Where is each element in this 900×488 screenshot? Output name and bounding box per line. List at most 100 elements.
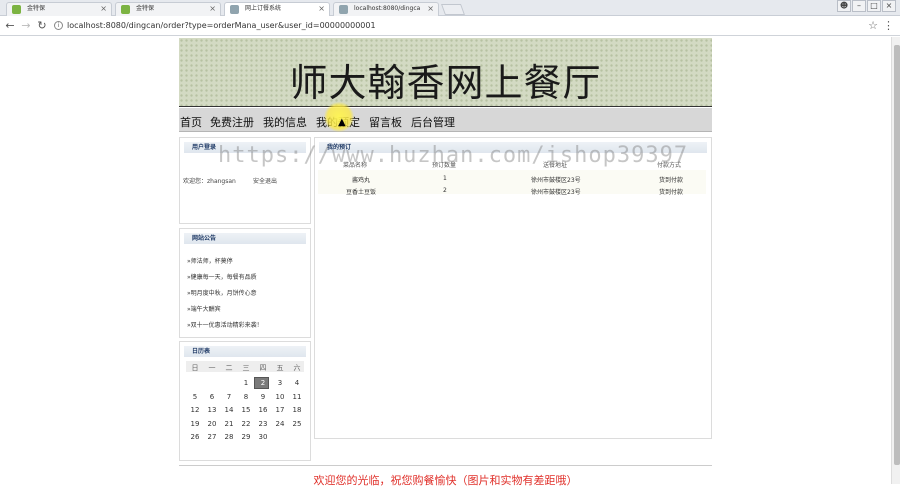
browser-menu-icon[interactable]: ⋮ bbox=[883, 19, 894, 32]
tab-close-icon[interactable]: × bbox=[209, 3, 216, 15]
maximize-icon[interactable]: □ bbox=[867, 0, 881, 12]
main-nav: 首页 免费注册 我的信息 我的预定 留言板 后台管理 bbox=[179, 108, 712, 132]
calendar-day[interactable]: 4 bbox=[290, 379, 304, 387]
tab-favicon-icon bbox=[12, 5, 21, 14]
calendar-day[interactable]: 21 bbox=[222, 420, 236, 428]
calendar-weekday: 一 bbox=[208, 364, 216, 372]
calendar-day[interactable]: 2 bbox=[256, 379, 270, 387]
window-controls: ☻ – □ × bbox=[837, 0, 896, 14]
new-tab-button[interactable] bbox=[440, 4, 466, 15]
order-cell: 豆香土豆饭 bbox=[346, 189, 377, 196]
order-cell: 货到付款 bbox=[659, 189, 684, 196]
calendar-day[interactable]: 1 bbox=[239, 379, 253, 387]
order-cell: 徐州市鼓楼区23号 bbox=[531, 177, 581, 184]
calendar-day[interactable]: 24 bbox=[273, 420, 287, 428]
forward-icon[interactable]: → bbox=[20, 19, 32, 32]
tab-title: 金特保 bbox=[27, 5, 46, 12]
reload-icon[interactable]: ↻ bbox=[36, 19, 48, 32]
order-cell: 货到付款 bbox=[659, 177, 684, 184]
url-text: localhost:8080/dingcan/order?type=orderM… bbox=[67, 21, 376, 30]
site-title: 师大翰香网上餐厅 bbox=[289, 61, 602, 105]
order-cell: 2 bbox=[443, 187, 447, 194]
calendar-day[interactable]: 5 bbox=[188, 393, 202, 401]
calendar-day[interactable]: 18 bbox=[290, 406, 304, 414]
minimize-icon[interactable]: – bbox=[852, 0, 866, 12]
calendar-day[interactable]: 29 bbox=[239, 433, 253, 441]
calendar-weekday: 五 bbox=[276, 364, 284, 372]
calendar-day[interactable]: 28 bbox=[222, 433, 236, 441]
calendar-day[interactable]: 6 bbox=[205, 393, 219, 401]
tab-title: 金特保 bbox=[136, 5, 155, 12]
site-banner: 师大翰香网上餐厅 bbox=[179, 38, 712, 107]
mouse-cursor-icon: ▲ bbox=[338, 117, 346, 128]
nav-message-board[interactable]: 留言板 bbox=[369, 114, 402, 130]
footer-divider bbox=[179, 465, 712, 466]
calendar-day[interactable]: 27 bbox=[205, 433, 219, 441]
nav-admin[interactable]: 后台管理 bbox=[411, 114, 455, 130]
calendar-day[interactable]: 13 bbox=[205, 406, 219, 414]
calendar-weekday: 三 bbox=[242, 364, 250, 372]
browser-tab-4[interactable]: localhost:8080/dingca × bbox=[333, 2, 439, 16]
scrollbar-thumb[interactable] bbox=[894, 45, 900, 465]
nav-register[interactable]: 免费注册 bbox=[210, 114, 254, 130]
nav-my-info[interactable]: 我的信息 bbox=[263, 114, 307, 130]
calendar-day[interactable]: 25 bbox=[290, 420, 304, 428]
calendar-panel: 日历表 bbox=[179, 341, 311, 461]
calendar-weekday: 二 bbox=[225, 364, 233, 372]
calendar-weekday: 日 bbox=[191, 364, 199, 372]
tab-close-icon[interactable]: × bbox=[100, 3, 107, 15]
tab-title: 网上订餐系统 bbox=[245, 5, 282, 12]
footer-text: 欢迎您的光临，祝您购餐愉快（图片和实物有差距哦） bbox=[313, 474, 578, 487]
calendar-day[interactable]: 20 bbox=[205, 420, 219, 428]
calendar-day[interactable]: 12 bbox=[188, 406, 202, 414]
back-icon[interactable]: ← bbox=[4, 19, 16, 32]
browser-tab-strip: 金特保 × 金特保 × 网上订餐系统 × localhost:8080/ding… bbox=[0, 0, 900, 16]
calendar-day[interactable]: 9 bbox=[256, 393, 270, 401]
tab-close-icon[interactable]: × bbox=[427, 3, 434, 15]
tab-title: localhost:8080/dingca bbox=[354, 5, 421, 12]
watermark-text: https://www.huzhan.com/ishop39397 bbox=[218, 143, 689, 168]
browser-tab-3[interactable]: 网上订餐系统 × bbox=[224, 2, 330, 16]
notice-panel: 网站公告 »师法师，杯莫停 »健康每一天，每餐有品质 »明月度中秋，月饼传心意 … bbox=[179, 228, 311, 338]
address-bar: ← → ↻ i localhost:8080/dingcan/order?type… bbox=[0, 16, 900, 36]
calendar-day[interactable]: 22 bbox=[239, 420, 253, 428]
tab-close-icon[interactable]: × bbox=[318, 3, 325, 15]
calendar-day[interactable]: 17 bbox=[273, 406, 287, 414]
logout-link[interactable]: 安全退出 bbox=[253, 176, 277, 185]
calendar-day[interactable]: 10 bbox=[273, 393, 287, 401]
calendar-day[interactable]: 11 bbox=[290, 393, 304, 401]
order-cell: 徐州市鼓楼区23号 bbox=[531, 189, 581, 196]
calendar-day[interactable]: 7 bbox=[222, 393, 236, 401]
order-cell: 酱鸡丸 bbox=[352, 177, 371, 184]
tab-favicon-icon bbox=[339, 5, 348, 14]
page-scrollbar[interactable] bbox=[891, 37, 900, 484]
calendar-day[interactable]: 15 bbox=[239, 406, 253, 414]
tab-favicon-icon bbox=[121, 5, 130, 14]
calendar-day[interactable]: 16 bbox=[256, 406, 270, 414]
calendar-weekday: 四 bbox=[259, 364, 267, 372]
orders-rows-background bbox=[318, 170, 706, 194]
bookmark-star-icon[interactable]: ☆ bbox=[868, 19, 878, 32]
notice-item[interactable]: »明月度中秋，月饼传心意 bbox=[187, 288, 257, 297]
notice-item[interactable]: »健康每一天，每餐有品质 bbox=[187, 272, 257, 281]
notice-panel-heading: 网站公告 bbox=[184, 233, 306, 244]
calendar-day[interactable]: 23 bbox=[256, 420, 270, 428]
nav-home[interactable]: 首页 bbox=[180, 114, 202, 130]
calendar-day[interactable]: 19 bbox=[188, 420, 202, 428]
calendar-day[interactable]: 3 bbox=[273, 379, 287, 387]
notice-item[interactable]: »双十一优惠活动精彩来袭！ bbox=[187, 320, 263, 329]
calendar-panel-heading: 日历表 bbox=[184, 346, 306, 357]
notice-item[interactable]: »师法师，杯莫停 bbox=[187, 256, 233, 265]
welcome-text: 欢迎您：zhangsan bbox=[183, 178, 236, 185]
close-window-icon[interactable]: × bbox=[882, 0, 896, 12]
browser-tab-2[interactable]: 金特保 × bbox=[115, 2, 221, 16]
url-field[interactable]: i localhost:8080/dingcan/order?type=order… bbox=[54, 19, 376, 33]
info-icon[interactable]: i bbox=[54, 21, 63, 30]
calendar-day[interactable]: 26 bbox=[188, 433, 202, 441]
user-icon[interactable]: ☻ bbox=[837, 0, 851, 12]
calendar-day[interactable]: 8 bbox=[239, 393, 253, 401]
browser-tab-1[interactable]: 金特保 × bbox=[6, 2, 112, 16]
calendar-day[interactable]: 14 bbox=[222, 406, 236, 414]
calendar-day[interactable]: 30 bbox=[256, 433, 270, 441]
notice-item[interactable]: »端午大酬宾 bbox=[187, 304, 221, 313]
